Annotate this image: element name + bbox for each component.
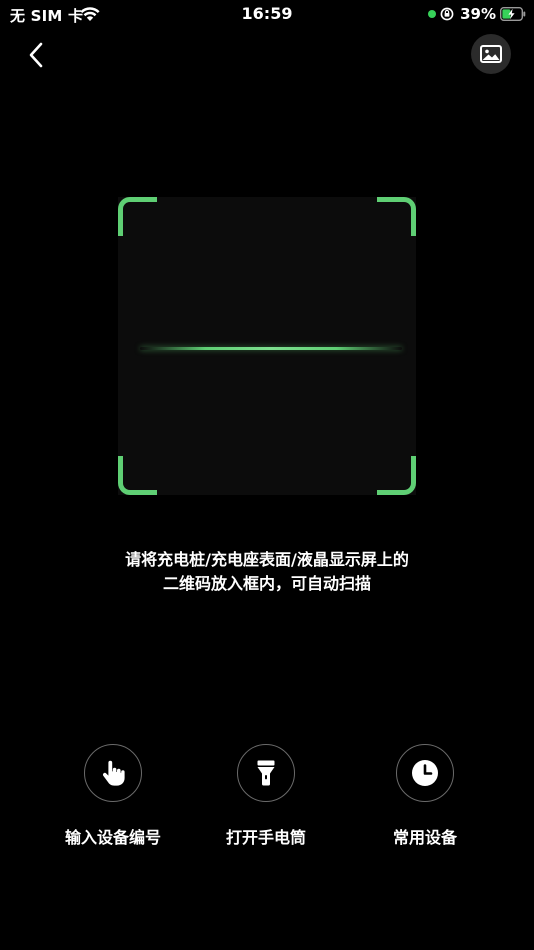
action-circle bbox=[237, 744, 295, 802]
scan-line bbox=[140, 347, 402, 350]
privacy-dot-icon bbox=[428, 10, 437, 18]
scan-hint-line-2: 二维码放入框内，可自动扫描 bbox=[162, 574, 371, 593]
action-label: 输入设备编号 bbox=[64, 828, 161, 847]
frequent-devices-button[interactable]: 常用设备 bbox=[365, 744, 485, 848]
scan-frame bbox=[118, 197, 416, 495]
scan-corner-top-left bbox=[118, 197, 157, 236]
chevron-left-icon bbox=[29, 42, 43, 68]
action-circle bbox=[84, 744, 142, 802]
image-icon bbox=[480, 45, 502, 63]
flashlight-button[interactable]: 打开手电筒 bbox=[206, 744, 326, 848]
battery-percent: 39% bbox=[460, 5, 496, 23]
clock-icon bbox=[412, 760, 438, 786]
action-circle bbox=[396, 744, 454, 802]
action-label: 打开手电筒 bbox=[225, 828, 306, 847]
scan-hint-line-1: 请将充电桩/充电座表面/液晶显示屏上的 bbox=[125, 550, 409, 569]
status-right-group: 39% bbox=[428, 4, 526, 24]
rotation-lock-icon bbox=[440, 7, 454, 21]
action-label: 常用设备 bbox=[392, 828, 457, 847]
album-button[interactable] bbox=[471, 34, 511, 74]
battery-charging-icon bbox=[500, 7, 526, 21]
status-bar: 无 SIM 卡 16:59 39% bbox=[0, 0, 534, 30]
enter-device-number-button[interactable]: 输入设备编号 bbox=[53, 744, 173, 848]
scan-corner-top-right bbox=[377, 197, 416, 236]
back-button[interactable] bbox=[20, 38, 52, 72]
flashlight-icon bbox=[257, 760, 275, 786]
scan-corner-bottom-left bbox=[118, 456, 157, 495]
scan-corner-bottom-right bbox=[377, 456, 416, 495]
tap-hand-icon bbox=[102, 760, 125, 786]
